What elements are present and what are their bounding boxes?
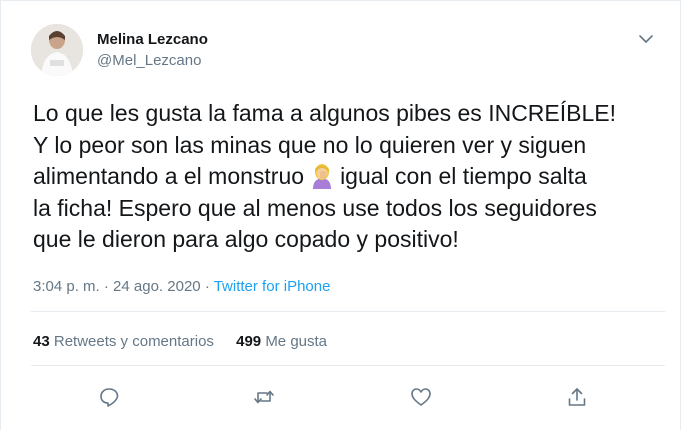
divider bbox=[31, 365, 665, 366]
retweet-icon[interactable] bbox=[251, 384, 277, 410]
tweet-text-line: igual con el tiempo salta bbox=[340, 163, 587, 190]
divider bbox=[31, 311, 665, 312]
tweet-stats: 43 Retweets y comentarios 499 Me gusta bbox=[33, 333, 345, 350]
retweets-count: 43 bbox=[33, 333, 50, 350]
chevron-down-icon[interactable] bbox=[637, 30, 655, 48]
tweet-source-link[interactable]: Twitter for iPhone bbox=[214, 278, 331, 295]
tweet-text-line: Y lo peor son las minas que no lo quiere… bbox=[33, 131, 587, 158]
likes-stat[interactable]: 499 Me gusta bbox=[236, 333, 327, 350]
tweet-time[interactable]: 3:04 p. m. bbox=[33, 278, 100, 295]
retweets-stat[interactable]: 43 Retweets y comentarios bbox=[33, 333, 214, 350]
woman-facepalming-icon bbox=[309, 163, 335, 190]
tweet-date[interactable]: 24 ago. 2020 bbox=[113, 278, 201, 295]
tweet-text-line: alimentando a el monstruo bbox=[33, 163, 305, 190]
tweet-text-line: Lo que les gusta la fama a algunos pibes… bbox=[33, 100, 617, 126]
author-handle[interactable]: @Mel_Lezcano bbox=[97, 52, 201, 69]
tweet-text: Lo que les gusta la fama a algunos pibes… bbox=[33, 98, 673, 256]
tweet-text-line: la ficha! Espero que al menos use todos … bbox=[33, 194, 597, 221]
author-name[interactable]: Melina Lezcano bbox=[97, 31, 208, 48]
meta-separator: · bbox=[103, 278, 109, 295]
likes-count: 499 bbox=[236, 333, 262, 350]
likes-label: Me gusta bbox=[265, 333, 328, 350]
avatar-image bbox=[31, 24, 83, 76]
tweet-text-line: que le dieron para algo copado y positiv… bbox=[33, 226, 459, 253]
retweets-label: Retweets y comentarios bbox=[53, 333, 214, 350]
reply-icon[interactable] bbox=[96, 384, 122, 410]
avatar[interactable] bbox=[31, 24, 83, 76]
meta-separator: · bbox=[204, 278, 210, 295]
action-bar bbox=[0, 384, 681, 410]
share-icon[interactable] bbox=[564, 384, 590, 410]
tweet-meta: 3:04 p. m. · 24 ago. 2020 · Twitter for … bbox=[33, 278, 330, 295]
like-icon[interactable] bbox=[408, 384, 434, 410]
